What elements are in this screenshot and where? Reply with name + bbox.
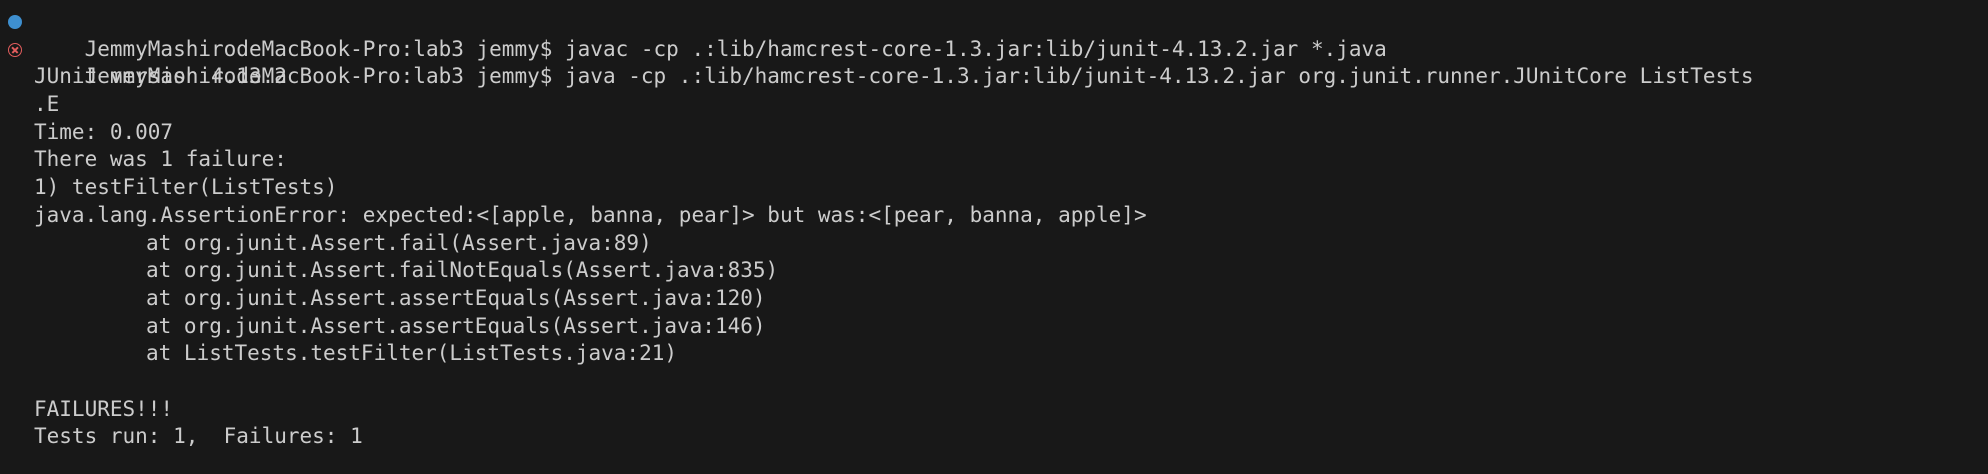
progress-line: .E: [34, 92, 60, 117]
command-line-java: JemmyMashirodeMacBook-Pro:lab3 jemmy$ ja…: [0, 36, 1988, 88]
time-line: Time: 0.007: [34, 119, 174, 144]
stack-trace-line: at org.junit.Assert.fail(Assert.java:89): [146, 230, 652, 255]
stack-trace-line: at org.junit.Assert.failNotEquals(Assert…: [146, 258, 779, 283]
stack-trace-line: at ListTests.testFilter(ListTests.java:2…: [146, 341, 678, 366]
command-line-javac: JemmyMashirodeMacBook-Pro:lab3 jemmy$ ja…: [0, 8, 1988, 61]
failures-header-line: FAILURES!!!: [34, 396, 174, 421]
error-x-circle-icon[interactable]: [8, 42, 22, 57]
failure-summary-line: There was 1 failure:: [34, 147, 287, 172]
junit-version-line: JUnit version 4.13.2: [34, 64, 287, 89]
circle-dot-icon[interactable]: [8, 15, 22, 29]
stack-trace-line: at org.junit.Assert.assertEquals(Assert.…: [146, 313, 766, 338]
tests-summary-line: Tests run: 1, Failures: 1: [34, 424, 363, 449]
terminal-output[interactable]: JemmyMashirodeMacBook-Pro:lab3 jemmy$ ja…: [0, 8, 1988, 451]
stack-trace-line: at org.junit.Assert.assertEquals(Assert.…: [146, 285, 766, 310]
error-message-line: java.lang.AssertionError: expected:<[app…: [34, 202, 1147, 227]
failure-test-line: 1) testFilter(ListTests): [34, 175, 338, 200]
